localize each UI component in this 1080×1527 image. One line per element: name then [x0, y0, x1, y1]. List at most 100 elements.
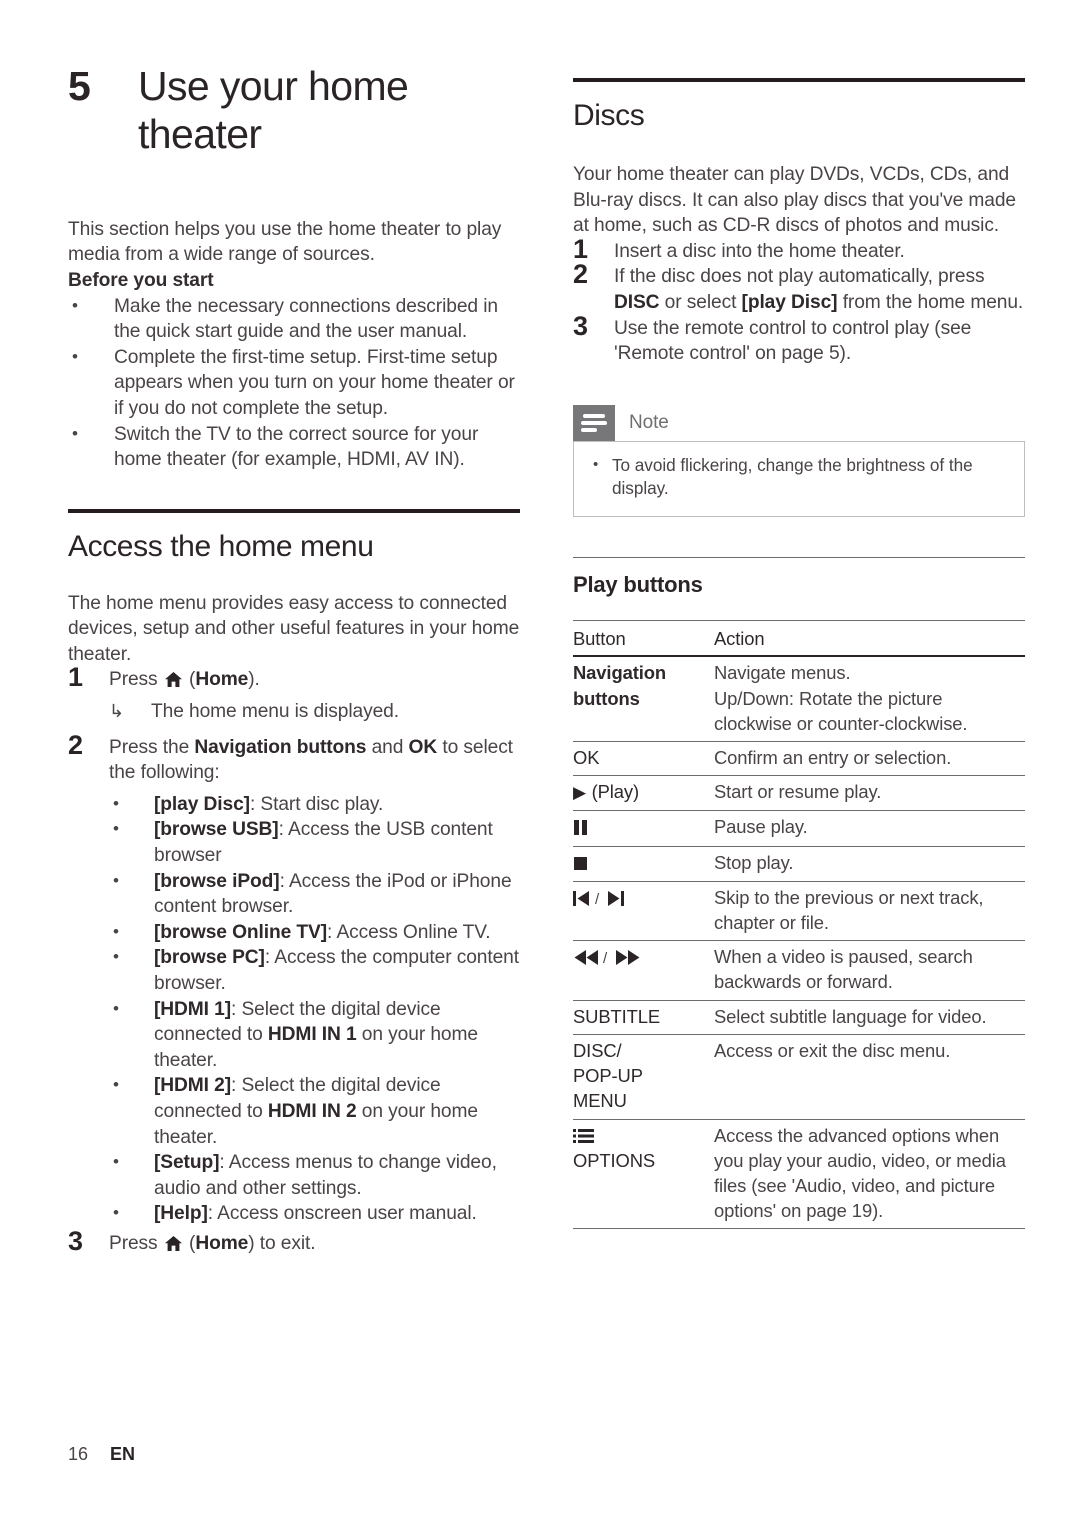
list-item: [Help]: Access onscreen user manual.	[109, 1200, 520, 1227]
option-desc: : Access onscreen user manual.	[207, 1203, 477, 1225]
chapter-heading: 5 Use your home theater	[68, 62, 520, 159]
svg-text:/: /	[595, 891, 600, 906]
cell-button: ▶ (Play)	[573, 775, 714, 812]
note-box: Note To avoid flickering, change the bri…	[573, 404, 1025, 517]
left-column: 5 Use your home theater This section hel…	[68, 62, 520, 1263]
step-number: 2	[68, 729, 84, 760]
before-you-start-label: Before you start	[68, 269, 214, 291]
ok-keyword: OK	[408, 736, 438, 758]
discs-steps: 1 Insert a disc into the home theater. 2…	[573, 235, 1025, 367]
page-number: 16	[68, 1444, 89, 1464]
cell-action: Confirm an entry or selection.	[714, 741, 1025, 777]
chapter-title: Use your home theater	[138, 62, 409, 159]
option-term: [browse iPod]	[154, 870, 280, 892]
home-menu-options-list: [play Disc]: Start disc play. [browse US…	[109, 791, 520, 1227]
list-item: [HDMI 1]: Select the digital device conn…	[109, 996, 520, 1074]
step-2: 2 If the disc does not play automaticall…	[573, 261, 1025, 315]
stop-icon	[573, 854, 589, 873]
step-1: 1 Press (Home).	[68, 662, 520, 693]
step-2: 2 Press the Navigation buttons and OK to…	[68, 729, 520, 786]
option-term: [HDMI 2]	[154, 1075, 232, 1097]
table-header-row: Button Action	[573, 620, 1025, 658]
list-item: [Setup]: Access menus to change video, a…	[109, 1149, 520, 1201]
table-row: / Skip to the previous or next track, ch…	[573, 881, 1025, 942]
discs-intro: Your home theater can play DVDs, VCDs, C…	[573, 164, 1016, 237]
table-row: SUBTITLE Select subtitle language for vi…	[573, 1000, 1025, 1035]
play-icon: ▶	[573, 783, 587, 803]
cell-action: Skip to the previous or next track, chap…	[714, 881, 1025, 942]
step-1-result: ↳ The home menu is displayed.	[109, 699, 520, 725]
step-number: 3	[68, 1225, 84, 1256]
cell-button: Navigation buttons	[573, 656, 714, 743]
step-text-mid: or select	[659, 291, 742, 313]
step-text-before: Press	[109, 1232, 158, 1254]
option-term: [browse Online TV]	[154, 921, 328, 943]
step-text-before: Press	[109, 669, 158, 691]
step-1-result-text: The home menu is displayed.	[151, 701, 399, 723]
step-number: 1	[68, 662, 84, 693]
step-text-mid: and	[371, 736, 404, 758]
options-label: OPTIONS	[573, 1149, 656, 1171]
intro-paragraph: This section helps you use the home thea…	[68, 218, 502, 266]
chapter-title-line2: theater	[138, 111, 262, 158]
play-buttons-table: Button Action Navigation buttons Navigat…	[573, 620, 1025, 1230]
home-icon	[164, 1233, 182, 1251]
option-term: [browse PC]	[154, 947, 265, 969]
hdmi-in-keyword: HDMI IN 2	[267, 1100, 357, 1122]
home-icon	[164, 669, 182, 688]
skip-prev-next-icon: /	[573, 889, 635, 908]
list-item: Make the necessary connections described…	[68, 293, 520, 345]
step-number: 3	[573, 310, 589, 341]
table-row: Pause play.	[573, 810, 1025, 847]
cell-action: Select subtitle language for video.	[714, 1000, 1025, 1035]
column-header-button: Button	[573, 620, 714, 658]
option-desc: : Access Online TV.	[327, 921, 491, 943]
cell-action: Start or resume play.	[714, 775, 1025, 812]
pause-icon	[573, 818, 589, 837]
note-label: Note	[629, 411, 669, 433]
manual-page: 5 Use your home theater This section hel…	[0, 0, 1080, 1527]
option-term: [Help]	[154, 1203, 208, 1225]
list-item: [play Disc]: Start disc play.	[109, 791, 520, 818]
column-header-action: Action	[714, 620, 1025, 658]
option-term: [browse USB]	[154, 819, 279, 841]
subsection-heading-play-buttons: Play buttons	[573, 572, 703, 598]
navigation-buttons-keyword: Navigation buttons	[194, 736, 367, 758]
list-item: [browse iPod]: Access the iPod or iPhone…	[109, 868, 520, 920]
step-text-post: from the home menu.	[837, 291, 1024, 313]
step-text: Insert a disc into the home theater.	[614, 240, 905, 262]
table-row: ▶ (Play) Start or resume play.	[573, 775, 1025, 812]
cell-button: DISC/POP-UP MENU	[573, 1034, 714, 1120]
play-disc-keyword: [play Disc]	[741, 291, 838, 313]
page-footer: 16 EN	[68, 1444, 135, 1465]
home-menu-intro: The home menu provides easy access to co…	[68, 592, 520, 665]
list-item: [browse USB]: Access the USB content bro…	[109, 816, 520, 868]
cell-action: Navigate menus. Up/Down: Rotate the pictu…	[714, 656, 1025, 743]
list-item: Switch the TV to the correct source for …	[68, 420, 520, 473]
cell-action: Pause play.	[714, 810, 1025, 847]
corner-arrow-icon: ↳	[109, 701, 125, 722]
list-item: To avoid flickering, change the brightne…	[590, 453, 1008, 500]
table-row: Navigation buttons Navigate menus. Up/Dow…	[573, 656, 1025, 743]
svg-text:/: /	[603, 950, 608, 965]
table-row: Stop play.	[573, 846, 1025, 882]
option-term: [Setup]	[154, 1152, 220, 1174]
subsection-divider	[573, 556, 1025, 559]
chapter-title-line1: Use your home	[138, 63, 409, 109]
list-item: [browse PC]: Access the computer content…	[109, 944, 520, 996]
step-text: Press (Home) to exit.	[109, 1232, 316, 1254]
note-lines-icon	[573, 404, 615, 441]
table-row: OK Confirm an entry or selection.	[573, 741, 1025, 777]
home-keyword: Home	[195, 669, 249, 691]
disc-keyword: DISC	[614, 291, 660, 313]
cell-action: When a video is paused, search backwards…	[714, 940, 1025, 1001]
options-list-icon	[573, 1125, 595, 1143]
section-heading-home-menu: Access the home menu	[68, 529, 374, 563]
step-1: 1 Insert a disc into the home theater.	[573, 235, 1025, 265]
cell-button: /	[573, 940, 714, 1001]
cell-button	[573, 810, 714, 847]
option-term: [HDMI 1]	[154, 998, 232, 1020]
cell-button: SUBTITLE	[573, 1000, 714, 1035]
note-list: To avoid flickering, change the brightne…	[590, 453, 1008, 500]
language-code: EN	[110, 1444, 136, 1464]
